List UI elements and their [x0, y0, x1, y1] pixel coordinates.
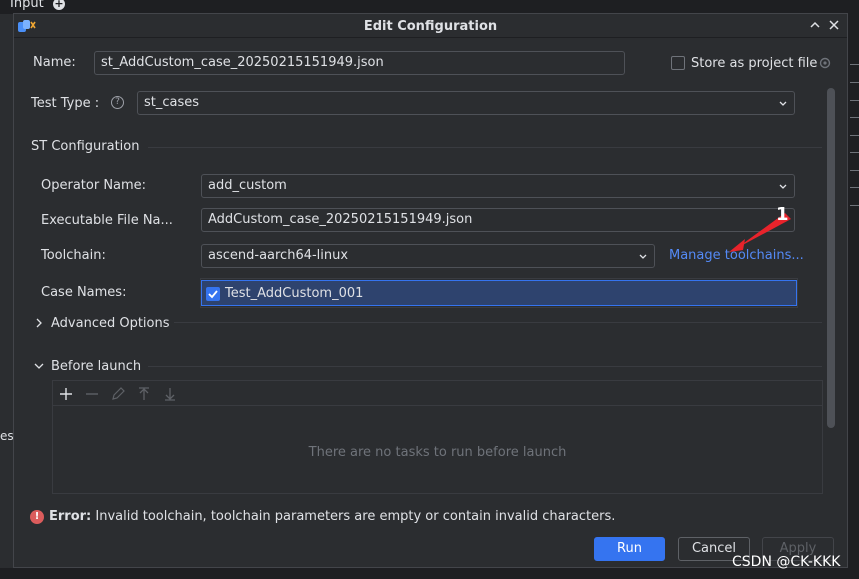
case-names-label: Case Names:: [41, 285, 127, 300]
background-left-panel: [0, 14, 13, 579]
edit-icon[interactable]: [110, 386, 126, 402]
collapse-icon[interactable]: [807, 17, 823, 33]
before-launch-toggle[interactable]: Before launch: [51, 359, 141, 374]
annotation-arrow: [729, 213, 791, 252]
case-name-label: Test_AddCustom_001: [225, 286, 364, 301]
section-divider: [148, 366, 822, 367]
chevron-down-icon[interactable]: [34, 361, 44, 371]
help-icon[interactable]: ?: [111, 96, 124, 109]
empty-tasks-message: There are no tasks to run before launch: [308, 445, 567, 460]
chevron-down-icon: [779, 101, 787, 106]
move-up-icon[interactable]: [136, 386, 152, 402]
executable-file-label: Executable File Na...: [41, 213, 173, 228]
st-configuration-heading: ST Configuration: [31, 139, 140, 154]
executable-file-field[interactable]: AddCustom_case_20250215151949.json: [201, 208, 795, 232]
move-down-icon[interactable]: [162, 386, 178, 402]
toolchain-label: Toolchain:: [41, 248, 106, 263]
add-icon[interactable]: [58, 386, 74, 402]
background-input-label: Input: [10, 0, 44, 11]
error-icon: !: [30, 510, 44, 524]
case-checkbox[interactable]: [206, 287, 220, 301]
dialog-title: Edit Configuration: [363, 19, 498, 34]
run-button[interactable]: Run: [594, 537, 665, 561]
watermark: CSDN @CK-KKK: [732, 554, 841, 570]
error-prefix: Error:: [49, 509, 92, 524]
test-type-select[interactable]: st_cases: [137, 91, 795, 115]
operator-name-label: Operator Name:: [41, 178, 147, 193]
toolchain-value: ascend-aarch64-linux: [208, 248, 349, 263]
vertical-scrollbar[interactable]: [827, 88, 835, 428]
toolchain-select[interactable]: ascend-aarch64-linux: [201, 244, 655, 268]
chevron-right-icon[interactable]: [34, 318, 44, 328]
operator-name-select[interactable]: add_custom: [201, 174, 795, 198]
background-left-label: es: [0, 429, 14, 443]
close-icon[interactable]: [826, 17, 842, 33]
background-bottom-bar: [0, 568, 859, 579]
section-divider: [148, 147, 822, 148]
background-top-bar: [0, 0, 859, 14]
remove-icon[interactable]: [84, 386, 100, 402]
name-label: Name:: [33, 55, 76, 70]
error-message: Error: Invalid toolchain, toolchain para…: [49, 509, 615, 524]
test-type-label: Test Type :: [31, 96, 100, 111]
gear-icon[interactable]: [818, 56, 832, 70]
store-as-project-checkbox[interactable]: [671, 56, 685, 70]
before-launch-task-list: There are no tasks to run before launch: [52, 380, 823, 494]
advanced-options-toggle[interactable]: Advanced Options: [51, 316, 170, 331]
error-text: Invalid toolchain, toolchain parameters …: [95, 509, 616, 524]
chevron-down-icon: [639, 254, 647, 259]
test-type-value: st_cases: [144, 95, 200, 110]
check-icon: [208, 290, 218, 299]
list-item[interactable]: Test_AddCustom_001: [201, 280, 797, 306]
task-toolbar: [53, 381, 822, 406]
operator-name-value: add_custom: [208, 178, 287, 193]
background-right-panel: [848, 14, 859, 579]
case-names-list: Test_AddCustom_001: [200, 278, 798, 308]
store-as-project-label: Store as project file: [691, 56, 818, 71]
annotation-number: 1: [776, 204, 789, 225]
edit-configuration-dialog: Edit Configuration Name: st_AddCustom_ca…: [13, 13, 848, 568]
add-icon[interactable]: +: [53, 0, 65, 10]
section-divider: [174, 322, 822, 323]
chevron-down-icon: [779, 184, 787, 189]
dialog-titlebar[interactable]: Edit Configuration: [14, 14, 847, 38]
name-field[interactable]: st_AddCustom_case_20250215151949.json: [94, 51, 625, 75]
